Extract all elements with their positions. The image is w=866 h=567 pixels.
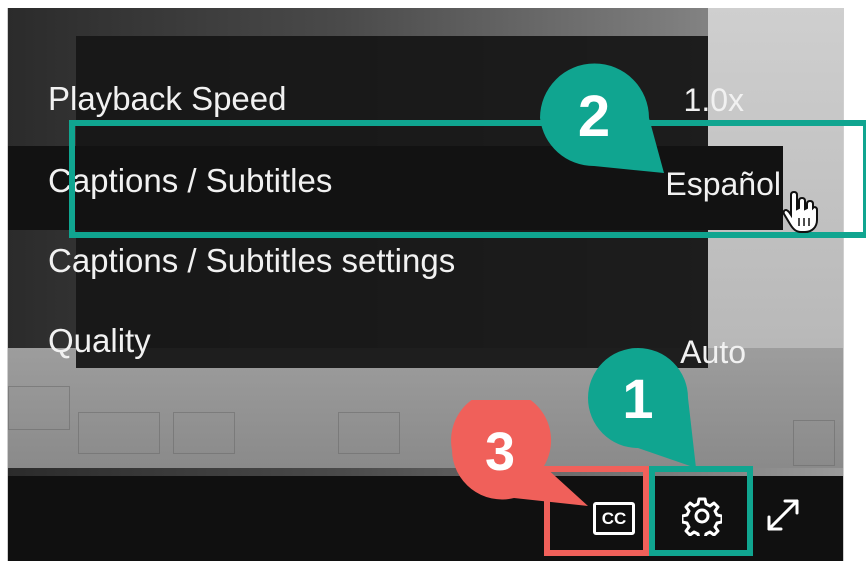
callout-2-number: 2	[578, 84, 610, 149]
expand-icon	[767, 499, 799, 531]
settings-highlight-box	[649, 466, 753, 556]
menu-item-value: 1.0x	[683, 82, 744, 118]
captions-highlight-box	[69, 120, 866, 238]
menu-item-label: Playback Speed	[48, 80, 287, 117]
callout-3-number: 3	[485, 422, 515, 482]
callout-1: 1	[578, 336, 708, 476]
background-shape	[173, 412, 235, 454]
menu-item-label: Quality	[48, 322, 151, 359]
hand-cursor-icon	[782, 190, 818, 233]
callout-1-number: 1	[622, 367, 653, 430]
menu-item-label: Captions / Subtitles settings	[48, 242, 456, 279]
background-shape	[8, 386, 70, 430]
background-shape	[793, 420, 835, 466]
menu-item-captions-subtitles-settings[interactable]: Captions / Subtitles settings	[8, 230, 778, 290]
fullscreen-button[interactable]	[760, 492, 806, 538]
background-shape	[338, 412, 400, 454]
callout-2: 2	[524, 58, 674, 178]
callout-3: 3	[444, 400, 594, 520]
background-shape	[78, 412, 160, 454]
